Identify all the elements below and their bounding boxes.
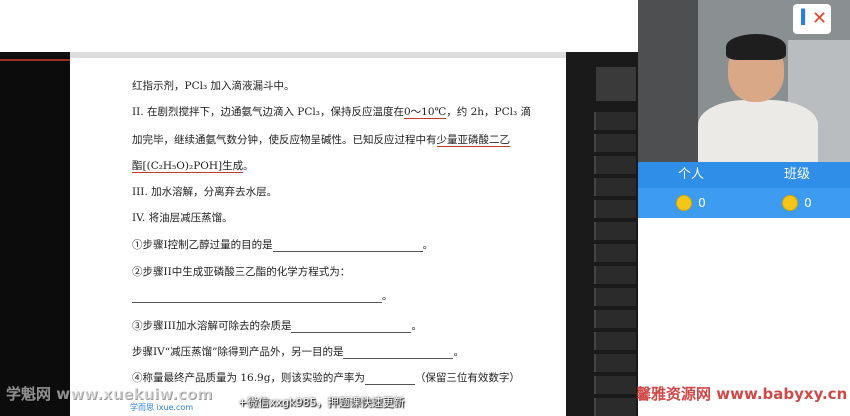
teacher-body	[698, 100, 818, 162]
personal-score-value: 0	[698, 196, 706, 210]
doc-line-4: 酯[(C₂H₅O)₂POH]生成。	[132, 158, 254, 173]
slide-thumbnail[interactable]	[594, 178, 636, 196]
tab-personal[interactable]: 个人	[638, 162, 744, 188]
doc-line-3-a: 加完毕，继续通氨气数分钟，使反应物呈碱性。已知反应过程中有	[132, 134, 437, 146]
document-page: 红指示剂，PCl₃ 加入滴液漏斗中。 II. 在剧烈搅拌下，边通氨气边滴入 PC…	[70, 52, 566, 416]
video-background-left	[638, 0, 698, 162]
slide-thumbnail[interactable]	[594, 222, 636, 240]
slide-thumbnail[interactable]	[594, 156, 636, 174]
question-4-text: 步骤IV“减压蒸馏”除得到产品外，另一目的是	[132, 346, 344, 358]
question-3: ③步骤III加水溶解可除去的杂质是 。	[132, 318, 422, 333]
slide-thumbnail[interactable]	[594, 200, 636, 218]
question-2-answer: 。	[132, 288, 393, 303]
slide-thumbnail[interactable]	[594, 134, 636, 152]
question-5-note: （保留三位有效数字）	[414, 372, 520, 384]
answer-blank-3	[291, 322, 412, 333]
doc-line-3: 加完毕，继续通氨气数分钟，使反应物呈碱性。已知反应过程中有少量亚磷酸二乙	[132, 132, 510, 147]
personal-score: 0	[638, 188, 744, 218]
slide-thumbnail[interactable]	[594, 288, 636, 306]
slide-thumbnail[interactable]	[594, 398, 636, 416]
doc-line-1: 红指示剂，PCl₃ 加入滴液漏斗中。	[132, 80, 295, 92]
top-white-bar	[0, 0, 638, 52]
watermark-right: 馨雅资源网 www.babyxy.cn	[636, 385, 848, 403]
question-1-text: ①步骤I控制乙醇过量的目的是	[132, 239, 273, 251]
doc-line-6: IV. 将油层减压蒸馏。	[132, 212, 233, 224]
subtitle-caption: +微信xxgk985，押题课快速更新	[238, 396, 405, 409]
question-3-text: ③步骤III加水溶解可除去的杂质是	[132, 320, 292, 332]
brand-logo-i: I	[799, 6, 808, 31]
doc-line-5: III. 加水溶解，分离弃去水层。	[132, 186, 278, 198]
mini-camera-preview	[596, 67, 636, 101]
doc-line-2-b: ，约 2h，PCl₃ 滴	[446, 106, 532, 118]
watermark-left: 学魁网 www.xuekuiw.com	[6, 385, 213, 403]
slide-thumbnail-strip[interactable]	[566, 52, 638, 416]
question-4: 步骤IV“减压蒸馏”除得到产品外，另一目的是 。	[132, 344, 464, 359]
question-1: ①步骤I控制乙醇过量的目的是 。	[132, 237, 433, 252]
question-3-end: 。	[411, 320, 422, 332]
slide-thumbnail[interactable]	[594, 354, 636, 372]
class-score-value: 0	[804, 196, 812, 210]
coin-icon	[676, 195, 693, 211]
question-1-end: 。	[422, 239, 434, 251]
red-marker	[0, 59, 70, 61]
question-2: ②步骤II中生成亚磷酸三乙酯的化学方程式为：	[132, 266, 351, 278]
score-row: 0 0	[638, 188, 850, 218]
answer-blank-4	[343, 348, 454, 359]
doc-line-2: II. 在剧烈搅拌下，边通氨气边滴入 PCl₃，保持反应温度在0～10℃，约 2…	[132, 104, 531, 119]
brand-logo: I ✕	[793, 4, 831, 34]
formula-underlined: 酯[(C₂H₅O)₂POH]生成	[132, 160, 244, 173]
coin-icon	[782, 195, 799, 211]
score-tabs: 个人 班级	[638, 162, 850, 188]
temperature-range: 0～10℃	[403, 106, 447, 119]
doc-line-4-end: 。	[243, 160, 254, 172]
doc-line-2-a: II. 在剧烈搅拌下，边通氨气边滴入 PCl₃，保持反应温度在	[132, 106, 404, 118]
slide-thumbnail[interactable]	[594, 376, 636, 394]
question-2-end: 。	[382, 290, 393, 302]
tab-class[interactable]: 班级	[744, 162, 850, 188]
highlighted-phrase: 少量亚磷酸二乙	[436, 134, 510, 147]
question-4-end: 。	[453, 346, 464, 358]
answer-blank-2	[132, 292, 382, 303]
slide-thumbnail[interactable]	[594, 266, 636, 284]
answer-blank-5	[364, 374, 415, 385]
class-score: 0	[744, 188, 850, 218]
slide-thumbnail[interactable]	[594, 332, 636, 350]
slide-thumbnail[interactable]	[594, 244, 636, 262]
slide-thumbnail[interactable]	[594, 112, 636, 130]
teacher-hair	[726, 34, 786, 60]
left-panel	[0, 56, 70, 416]
answer-blank-1	[272, 241, 423, 252]
page-top-strip	[70, 52, 566, 58]
brand-logo-x-icon: ✕	[812, 8, 828, 29]
slide-thumbnail[interactable]	[594, 310, 636, 328]
